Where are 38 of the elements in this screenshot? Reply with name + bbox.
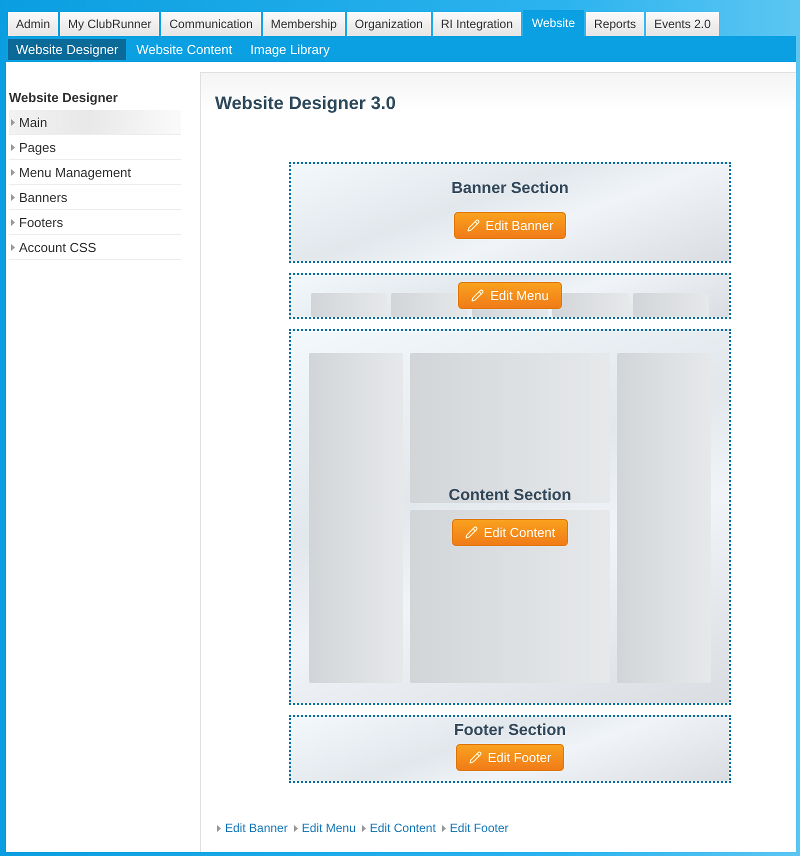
caret-icon [362, 824, 366, 832]
edit-link[interactable]: Edit Content [370, 821, 436, 835]
pencil-icon [466, 219, 480, 232]
section-title: Footer Section [454, 722, 566, 740]
caret-icon [11, 218, 15, 226]
caret-icon [11, 168, 15, 176]
sidebar-item[interactable]: Main [9, 110, 181, 135]
edit-link[interactable]: Edit Footer [450, 821, 508, 835]
nav-tab[interactable]: Admin [8, 12, 58, 36]
sidebar-item[interactable]: Pages [9, 135, 181, 160]
sidebar-title: Website Designer [9, 90, 119, 107]
sidebar-item[interactable]: Banners [9, 185, 181, 210]
nav-tab[interactable]: Reports [586, 12, 644, 36]
sidebar-item[interactable]: Account CSS [9, 235, 181, 260]
pencil-icon [468, 751, 482, 764]
section-title: Content Section [448, 487, 572, 505]
caret-icon [217, 824, 221, 832]
nav-tab[interactable]: RI Integration [432, 12, 521, 36]
sidebar-item[interactable]: Menu Management [9, 160, 181, 185]
nav-tab[interactable]: My ClubRunner [60, 12, 160, 36]
sub-nav-tab[interactable]: Website Designer [8, 38, 126, 60]
nav-tab[interactable]: Membership [262, 12, 345, 36]
caret-icon [11, 144, 15, 150]
edit-link[interactable]: Edit Menu [302, 821, 356, 835]
page-title: Website Designer 3.0 [215, 93, 396, 114]
nav-tab[interactable]: Organization [346, 12, 431, 36]
edit-link[interactable]: Edit Banner [225, 821, 288, 835]
pencil-icon [471, 289, 484, 302]
caret-icon [11, 244, 15, 250]
caret-icon [11, 194, 15, 200]
nav-tab[interactable]: Events 2.0 [646, 12, 719, 36]
caret-icon [442, 824, 446, 832]
caret-icon [11, 118, 15, 126]
section-title: Banner Section [451, 180, 569, 198]
pencil-icon [464, 526, 478, 539]
caret-icon [294, 824, 298, 832]
nav-tab[interactable]: Communication [161, 12, 261, 36]
sidebar-item[interactable]: Footers [9, 210, 181, 235]
